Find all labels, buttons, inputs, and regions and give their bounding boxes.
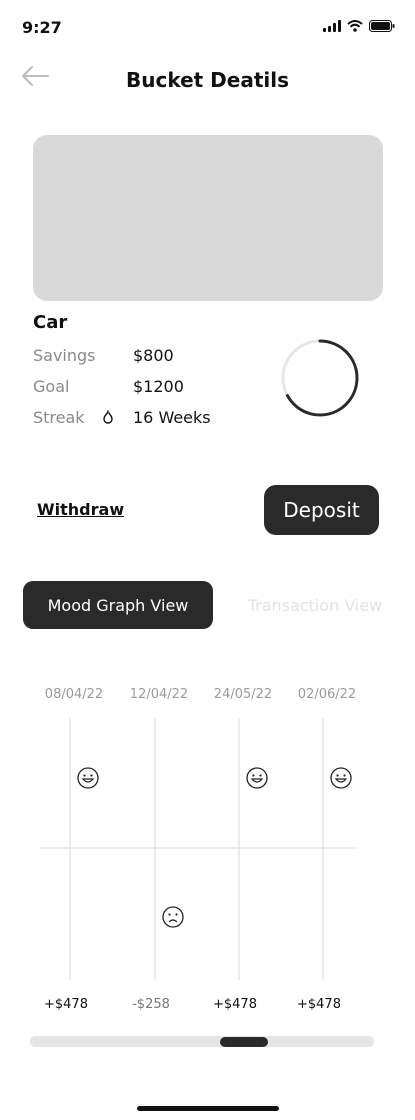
graph-amount-label: -$258 bbox=[132, 997, 170, 1012]
happy-face-icon bbox=[77, 767, 99, 789]
graph-amount-label: +$478 bbox=[297, 997, 341, 1012]
savings-label: Savings bbox=[33, 346, 96, 365]
graph-amount-label: +$478 bbox=[44, 997, 88, 1012]
graph-amount-label: +$478 bbox=[213, 997, 257, 1012]
happy-face-icon bbox=[330, 767, 352, 789]
graph-scroll-track[interactable] bbox=[30, 1036, 374, 1047]
status-icons bbox=[323, 20, 395, 32]
tab-mood-graph-view[interactable]: Mood Graph View bbox=[23, 581, 213, 629]
graph-date-label: 08/04/22 bbox=[45, 687, 103, 702]
savings-value: $800 bbox=[133, 346, 174, 365]
withdraw-link[interactable]: Withdraw bbox=[37, 500, 124, 519]
graph-date-label: 12/04/22 bbox=[130, 687, 188, 702]
wifi-icon bbox=[347, 20, 363, 32]
streak-value: 16 Weeks bbox=[133, 408, 211, 427]
bucket-name: Car bbox=[33, 312, 68, 333]
status-time: 9:27 bbox=[22, 18, 62, 37]
graph-scroll-thumb[interactable] bbox=[220, 1037, 268, 1047]
battery-icon bbox=[369, 20, 395, 32]
bucket-image-placeholder bbox=[33, 135, 383, 301]
page-title: Bucket Deatils bbox=[125, 68, 290, 92]
graph-date-label: 02/06/22 bbox=[298, 687, 356, 702]
flame-icon bbox=[103, 410, 113, 424]
goal-label: Goal bbox=[33, 377, 70, 396]
tab-transaction-view[interactable]: Transaction View bbox=[225, 581, 405, 629]
goal-value: $1200 bbox=[133, 377, 184, 396]
happy-face-icon bbox=[246, 767, 268, 789]
deposit-button[interactable]: Deposit bbox=[264, 485, 379, 535]
streak-label: Streak bbox=[33, 408, 85, 427]
home-indicator bbox=[137, 1106, 279, 1111]
savings-progress-ring bbox=[281, 339, 359, 417]
sad-face-icon bbox=[162, 906, 184, 928]
signal-icon bbox=[323, 20, 341, 32]
graph-date-label: 24/05/22 bbox=[214, 687, 272, 702]
mood-graph: 08/04/22 +$478 12/04/22 -$258 24/05/22 +$478 0… bbox=[40, 687, 356, 1012]
